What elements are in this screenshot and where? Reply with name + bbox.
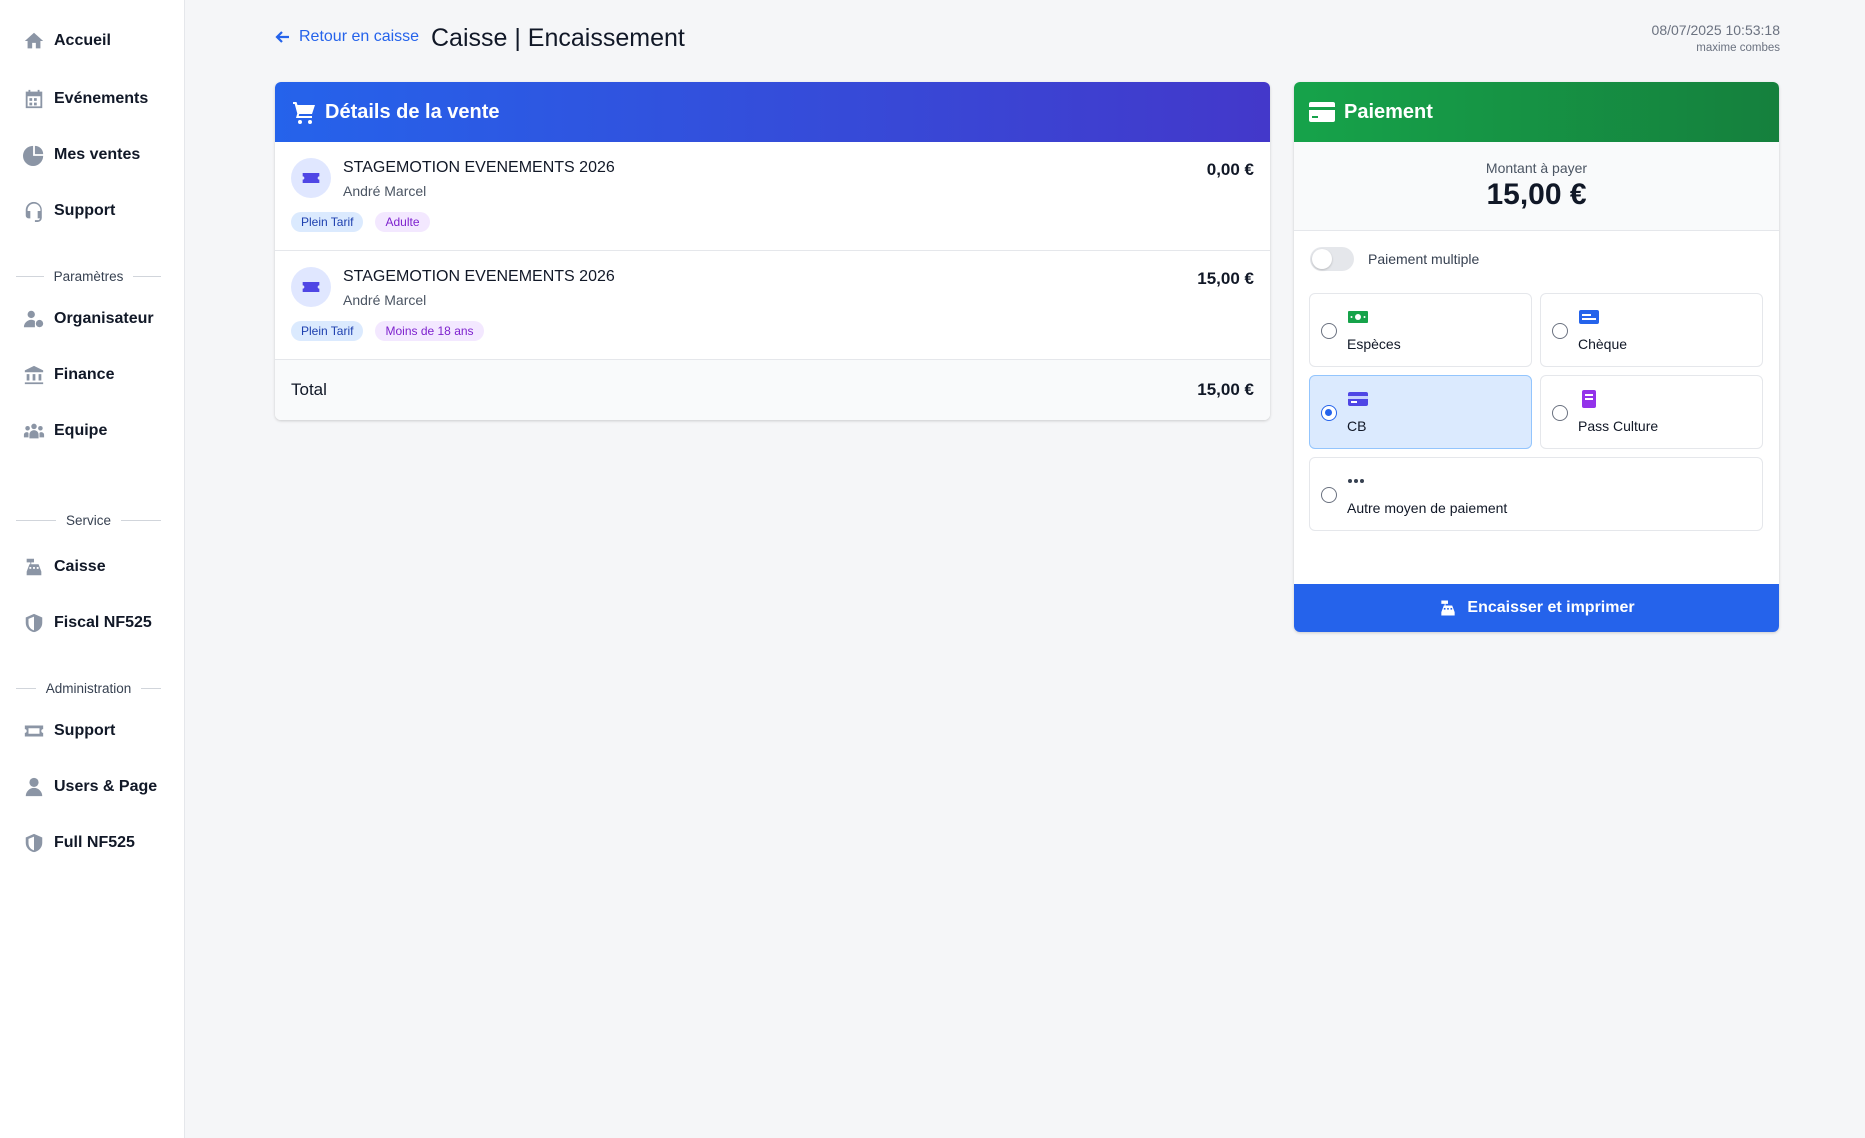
nav-item-users-page[interactable]: Users & Page — [22, 772, 157, 802]
sale-details-header: Détails de la vente — [275, 82, 1270, 142]
sale-item: STAGEMOTION EVENEMENTS 2026 André Marcel… — [275, 142, 1270, 251]
radio-cheque[interactable] — [1552, 323, 1568, 339]
section-administration: Administration — [16, 681, 162, 696]
sale-total: Total 15,00 € — [275, 360, 1270, 420]
item-event: STAGEMOTION EVENEMENTS 2026 — [343, 268, 615, 285]
tag-rate: Plein Tarif — [291, 212, 364, 232]
payment-header: Paiement — [1294, 82, 1779, 142]
back-link[interactable]: Retour en caisse — [275, 28, 419, 46]
sidebar: Accueil Evénements Mes ventes Support Pa… — [0, 0, 185, 1138]
nav-item-label: Support — [54, 722, 116, 739]
calendar-icon — [22, 87, 46, 111]
user-gear-icon — [22, 307, 46, 331]
payment-option-label: Chèque — [1578, 336, 1628, 352]
nav-item-label: Finance — [54, 366, 115, 383]
payment-card: Paiement Montant à payer 15,00 € Paiemen… — [1294, 82, 1779, 632]
tag-rate: Plein Tarif — [291, 321, 364, 341]
multi-payment-label: Paiement multiple — [1368, 251, 1480, 267]
cash-bill-icon — [1347, 308, 1369, 326]
ticket-icon — [22, 719, 46, 743]
nav-item-label: Equipe — [54, 422, 108, 439]
tag-category: Moins de 18 ans — [375, 321, 484, 341]
user-tie-icon — [22, 775, 46, 799]
total-value: 15,00 € — [1197, 380, 1254, 399]
item-tags: Plein Tarif Moins de 18 ans — [291, 321, 484, 341]
section-service: Service — [16, 513, 162, 528]
nav-item-fiscal-nf525[interactable]: Fiscal NF525 — [22, 608, 152, 638]
page-title: Caisse | Encaissement — [431, 24, 685, 52]
payment-option-label: Autre moyen de paiement — [1347, 500, 1508, 516]
cart-icon — [293, 102, 315, 124]
section-parametres: Paramètres — [16, 269, 161, 284]
shield-icon — [22, 831, 46, 855]
nav-item-label: Support — [54, 202, 116, 219]
nav-item-label: Organisateur — [54, 310, 154, 327]
total-label: Total — [291, 380, 327, 399]
more-dots-icon — [1347, 472, 1369, 490]
bank-icon — [22, 363, 46, 387]
cash-register-icon — [22, 555, 46, 579]
home-icon — [22, 29, 46, 53]
sale-details-card: Détails de la vente STAGEMOTION EVENEMEN… — [275, 82, 1270, 420]
ticket-icon — [291, 267, 331, 307]
radio-pass-culture[interactable] — [1552, 405, 1568, 421]
payment-option-especes[interactable]: Espèces — [1309, 293, 1532, 367]
nav-item-equipe[interactable]: Equipe — [22, 416, 107, 446]
cash-register-icon — [1441, 600, 1456, 616]
nav-item-caisse[interactable]: Caisse — [22, 552, 106, 582]
nav-item-support[interactable]: Support — [22, 196, 115, 226]
item-attendee: André Marcel — [343, 292, 427, 308]
multi-payment-toggle[interactable] — [1310, 247, 1354, 271]
radio-especes[interactable] — [1321, 323, 1337, 339]
arrow-left-icon — [275, 31, 289, 43]
nav-item-mes-ventes[interactable]: Mes ventes — [22, 140, 140, 170]
nav-item-label: Accueil — [54, 32, 111, 49]
nav-item-label: Fiscal NF525 — [54, 614, 152, 631]
user-name: maxime combes — [1696, 42, 1780, 54]
payment-option-pass-culture[interactable]: Pass Culture — [1540, 375, 1763, 449]
nav-item-finance[interactable]: Finance — [22, 360, 114, 390]
ticket-icon — [291, 158, 331, 198]
payment-option-cb[interactable]: CB — [1309, 375, 1532, 449]
payment-option-label: Pass Culture — [1578, 418, 1659, 434]
nav-item-label: Full NF525 — [54, 834, 135, 851]
item-attendee: André Marcel — [343, 183, 427, 199]
item-tags: Plein Tarif Adulte — [291, 212, 430, 232]
tag-category: Adulte — [375, 212, 430, 232]
amount-box: Montant à payer 15,00 € — [1294, 142, 1779, 231]
header-info: 08/07/2025 10:53:18 maxime combes — [1652, 22, 1780, 54]
payment-option-cheque[interactable]: Chèque — [1540, 293, 1763, 367]
nav-item-admin-support[interactable]: Support — [22, 716, 115, 746]
book-icon — [1578, 390, 1600, 408]
credit-card-icon — [1309, 102, 1335, 122]
headset-icon — [22, 199, 46, 223]
team-icon — [22, 419, 46, 443]
item-price: 0,00 € — [1206, 160, 1254, 179]
radio-autre[interactable] — [1321, 487, 1337, 503]
payment-option-autre[interactable]: Autre moyen de paiement — [1309, 457, 1763, 531]
nav-item-label: Users & Page — [54, 778, 158, 795]
amount-value: 15,00 € — [1486, 178, 1587, 211]
pie-chart-icon — [22, 143, 46, 167]
nav-item-label: Evénements — [54, 90, 149, 107]
nav-item-accueil[interactable]: Accueil — [22, 26, 111, 56]
check-card-icon — [1578, 308, 1600, 326]
nav-item-full-nf525[interactable]: Full NF525 — [22, 828, 135, 858]
multi-payment-row: Paiement multiple — [1310, 247, 1479, 271]
nav-item-evenements[interactable]: Evénements — [22, 84, 148, 114]
amount-label: Montant à payer — [1485, 160, 1588, 176]
encaisser-imprimer-button[interactable]: Encaisser et imprimer — [1294, 584, 1779, 632]
sale-item: STAGEMOTION EVENEMENTS 2026 André Marcel… — [275, 251, 1270, 360]
nav-item-label: Mes ventes — [54, 146, 141, 163]
payment-option-label: Espèces — [1347, 336, 1401, 352]
shield-icon — [22, 611, 46, 635]
datetime-text: 08/07/2025 10:53:18 — [1651, 22, 1780, 38]
nav-item-label: Caisse — [54, 558, 106, 575]
credit-card-icon — [1347, 390, 1369, 408]
nav-item-organisateur[interactable]: Organisateur — [22, 304, 154, 334]
radio-cb[interactable] — [1321, 405, 1337, 421]
item-price: 15,00 € — [1197, 269, 1254, 288]
payment-option-label: CB — [1347, 418, 1367, 434]
item-event: STAGEMOTION EVENEMENTS 2026 — [343, 159, 615, 176]
